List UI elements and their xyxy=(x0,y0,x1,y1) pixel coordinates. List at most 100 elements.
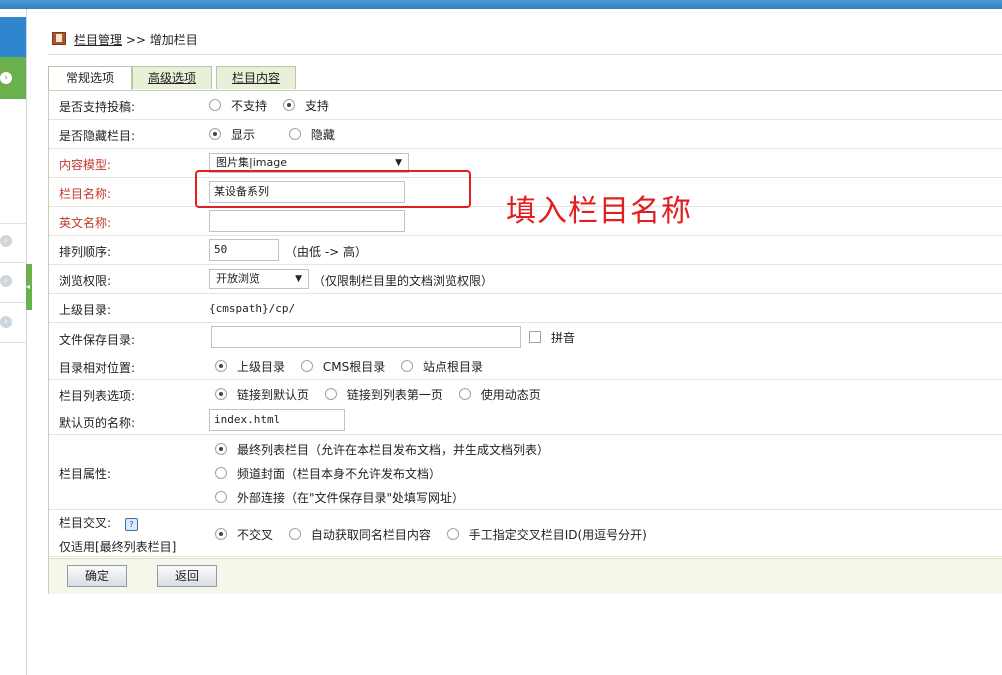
divider xyxy=(0,223,26,224)
cross-label-wrap: 栏目交叉: ? xyxy=(59,514,138,531)
model-label: 内容模型: xyxy=(59,158,112,172)
divider xyxy=(0,342,26,343)
attr-final-list-radio[interactable] xyxy=(215,443,227,455)
list-default-label: 链接到默认页 xyxy=(237,388,310,402)
row-cross: 栏目交叉: ? 仅适用[最终列表栏目] 不交叉 自动获取同名栏目内容 手工指定交… xyxy=(49,510,1002,557)
row-perm: 浏览权限: 开放浏览 ▼ （仅限制栏目里的文档浏览权限） xyxy=(49,265,1002,294)
cross-none-label: 不交叉 xyxy=(237,528,274,542)
tab-content[interactable]: 栏目内容 xyxy=(216,66,296,89)
list-dynamic-radio[interactable] xyxy=(458,388,471,400)
submission-yes-radio[interactable] xyxy=(282,99,295,111)
attr-external-link-label: 外部连接（在"文件保存目录"处填写网址） xyxy=(237,491,465,505)
default-page-label: 默认页的名称: xyxy=(59,416,136,430)
book-icon xyxy=(52,32,66,45)
left-panel-active-item[interactable]: › xyxy=(0,57,26,99)
parent-label: 上级目录: xyxy=(59,303,112,317)
save-dir-label: 文件保存目录: xyxy=(59,333,136,347)
list-first-page-radio[interactable] xyxy=(324,388,337,400)
submission-label: 是否支持投稿: xyxy=(59,100,136,114)
tab-advanced[interactable]: 高级选项 xyxy=(132,66,212,89)
order-hint: （由低 -> 高） xyxy=(285,245,368,259)
list-dynamic-label: 使用动态页 xyxy=(480,388,541,402)
submission-no-radio[interactable] xyxy=(209,99,221,111)
cross-none-radio[interactable] xyxy=(215,528,227,540)
tab-general[interactable]: 常规选项 xyxy=(48,66,132,90)
hide-radio[interactable] xyxy=(288,128,301,140)
rel-parent-radio[interactable] xyxy=(215,360,227,372)
rel-site-root-radio[interactable] xyxy=(401,360,414,372)
pinyin-checkbox[interactable] xyxy=(529,331,541,343)
divider xyxy=(0,302,26,303)
en-name-label: 英文名称: xyxy=(59,216,112,230)
annotation-highlight-box xyxy=(195,170,471,208)
attr-channel-cover-radio[interactable] xyxy=(215,467,227,479)
dropdown-arrow-icon: ▼ xyxy=(295,274,302,284)
help-icon[interactable]: ? xyxy=(124,518,138,531)
english-name-input[interactable] xyxy=(209,210,405,232)
breadcrumb-root-link[interactable]: 栏目管理 xyxy=(74,33,122,47)
list-first-page-label: 链接到列表第一页 xyxy=(346,388,443,402)
parent-dir-value: {cmspath}/cp/ xyxy=(209,302,296,315)
attr-channel-cover-label: 频道封面（栏目本身不允许发布文档） xyxy=(237,467,442,481)
cross-manual-label: 手工指定交叉栏目ID(用逗号分开) xyxy=(468,528,647,542)
row-parent: 上级目录: {cmspath}/cp/ xyxy=(49,294,1002,323)
breadcrumb-current: 增加栏目 xyxy=(149,33,198,47)
row-model: 内容模型: 图片集|image ▼ xyxy=(49,149,1002,178)
annotation-text: 填入栏目名称 xyxy=(506,194,692,229)
rel-pos-label: 目录相对位置: xyxy=(59,361,136,375)
rel-parent-label: 上级目录 xyxy=(237,360,286,374)
divider xyxy=(0,262,26,263)
cross-label: 栏目交叉: xyxy=(59,516,112,530)
attr-label: 栏目属性: xyxy=(59,467,112,481)
confirm-button[interactable]: 确定 xyxy=(67,565,127,587)
name-label: 栏目名称: xyxy=(59,187,112,201)
cross-manual-radio[interactable] xyxy=(446,528,459,540)
divider xyxy=(48,54,1002,55)
left-panel-header xyxy=(0,17,26,57)
perm-select[interactable]: 开放浏览 ▼ xyxy=(209,269,309,289)
top-bar xyxy=(0,0,1002,9)
row-hidden: 是否隐藏栏目: 显示 隐藏 xyxy=(49,120,1002,149)
hidden-label: 是否隐藏栏目: xyxy=(59,129,136,143)
hide-label: 隐藏 xyxy=(310,128,335,142)
show-radio[interactable] xyxy=(209,128,221,140)
chevron-right-icon[interactable]: › xyxy=(0,316,12,328)
order-input[interactable]: 50 xyxy=(209,239,279,261)
breadcrumb: 栏目管理 >> 增加栏目 xyxy=(52,31,198,48)
rel-cms-root-label: CMS根目录 xyxy=(322,360,386,374)
row-save-dir: 文件保存目录: 拼音 目录相对位置: 上级目录 CMS根目录 站点根目录 xyxy=(49,323,1002,380)
collapse-sidebar-handle[interactable]: ◂ xyxy=(26,264,32,310)
perm-select-value: 开放浏览 xyxy=(216,272,260,285)
chevron-right-icon[interactable]: › xyxy=(0,275,12,287)
pinyin-label: 拼音 xyxy=(551,331,576,345)
breadcrumb-separator: >> xyxy=(125,33,146,47)
cross-auto-radio[interactable] xyxy=(288,528,301,540)
model-select-value: 图片集|image xyxy=(216,156,287,169)
list-opt-label: 栏目列表选项: xyxy=(59,389,136,403)
order-label: 排列顺序: xyxy=(59,245,112,259)
submission-yes-label: 支持 xyxy=(304,99,329,113)
row-list-options: 栏目列表选项: 链接到默认页 链接到列表第一页 使用动态页 默认页的名称: in… xyxy=(49,380,1002,435)
rel-site-root-label: 站点根目录 xyxy=(423,360,484,374)
cross-note: 仅适用[最终列表栏目] xyxy=(59,540,177,554)
save-dir-input[interactable] xyxy=(211,326,521,348)
list-default-radio[interactable] xyxy=(215,388,227,400)
add-column-form: 是否支持投稿: 不支持 支持 是否隐藏栏目: 显示 隐藏 内容模型: 图片集|i… xyxy=(48,90,1002,594)
row-submission: 是否支持投稿: 不支持 支持 xyxy=(49,91,1002,120)
perm-hint: （仅限制栏目里的文档浏览权限） xyxy=(313,274,494,288)
chevron-right-icon: › xyxy=(0,72,12,84)
default-page-input[interactable]: index.html xyxy=(209,409,345,431)
submission-no-label: 不支持 xyxy=(231,99,268,113)
perm-label: 浏览权限: xyxy=(59,274,112,288)
left-panel: › › › › xyxy=(0,9,27,675)
attr-external-link-radio[interactable] xyxy=(215,491,227,503)
show-label: 显示 xyxy=(231,128,256,142)
rel-cms-root-radio[interactable] xyxy=(300,360,313,372)
attr-final-list-label: 最终列表栏目（允许在本栏目发布文档，并生成文档列表） xyxy=(237,443,550,457)
row-order: 排列顺序: 50 （由低 -> 高） xyxy=(49,236,1002,265)
chevron-right-icon[interactable]: › xyxy=(0,235,12,247)
cross-auto-label: 自动获取同名栏目内容 xyxy=(310,528,431,542)
form-footer: 确定 返回 xyxy=(49,558,1002,594)
row-attr: 栏目属性: 最终列表栏目（允许在本栏目发布文档，并生成文档列表） 频道封面（栏目… xyxy=(49,435,1002,510)
back-button[interactable]: 返回 xyxy=(157,565,217,587)
